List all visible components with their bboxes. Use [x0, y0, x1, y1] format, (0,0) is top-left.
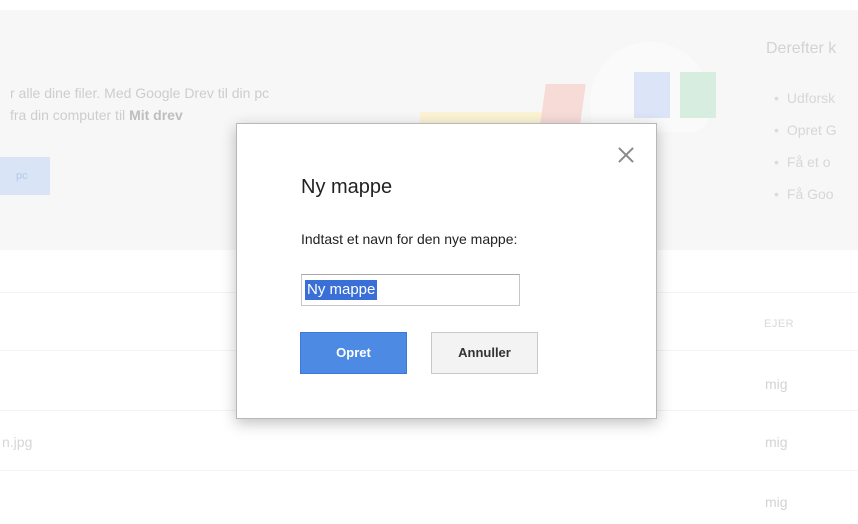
create-button[interactable]: Opret	[300, 332, 407, 374]
selected-input-text: Ny mappe	[305, 280, 378, 300]
folder-name-input-wrap: Ny mappe	[301, 274, 520, 306]
dialog-prompt: Indtast et navn for den nye mappe:	[301, 231, 518, 247]
new-folder-dialog: Ny mappe Indtast et navn for den nye map…	[236, 123, 657, 419]
dialog-title: Ny mappe	[301, 176, 393, 198]
cancel-button[interactable]: Annuller	[431, 332, 538, 374]
close-icon[interactable]	[615, 144, 637, 166]
